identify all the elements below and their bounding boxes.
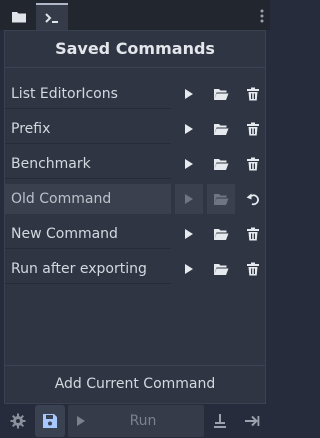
open-folder-button[interactable] [207,79,235,109]
run-command-button[interactable] [175,79,203,109]
folder-open-icon [213,123,229,136]
run-command-button[interactable] [175,149,203,179]
run-command-button[interactable] [175,114,203,144]
open-folder-button[interactable] [207,114,235,144]
play-icon [184,123,194,135]
folder-open-icon [213,88,229,101]
open-folder-button[interactable] [207,219,235,249]
exit-button[interactable] [238,405,266,437]
tab-menu-button[interactable] [256,4,268,28]
command-label[interactable]: New Command [5,219,171,249]
delete-command-button[interactable] [239,114,267,144]
save-button[interactable] [35,405,65,437]
delete-command-button[interactable] [239,149,267,179]
terminal-icon [44,11,60,25]
play-icon [184,228,194,240]
open-folder-button[interactable] [207,184,235,214]
row-divider [5,178,171,179]
play-icon [184,88,194,100]
play-icon [184,263,194,275]
bottom-toolbar: Run [0,404,270,438]
add-current-command-button[interactable]: Add Current Command [5,369,265,399]
delete-command-button[interactable] [239,254,267,284]
command-row: New Command [5,219,265,249]
undo-icon [246,192,260,206]
command-label[interactable]: Old Command [5,184,171,214]
saved-commands-panel: Saved Commands List EditorIcons Prefix B… [4,30,266,404]
trash-icon [246,227,260,241]
row-divider [5,143,171,144]
command-row-disabled: Old Command [5,184,265,214]
delete-command-button[interactable] [239,79,267,109]
trash-icon [246,262,260,276]
open-folder-button[interactable] [207,254,235,284]
trash-icon [246,157,260,171]
folder-open-icon [213,263,229,276]
folder-open-icon [213,193,229,206]
play-icon [184,193,194,205]
row-divider [5,108,171,109]
arrow-right-icon [244,414,260,428]
run-button[interactable]: Run [68,405,204,437]
command-row: Prefix [5,114,265,144]
save-icon [42,413,58,429]
title-divider [5,67,265,68]
row-divider [5,283,171,284]
trash-icon [246,122,260,136]
row-divider [5,248,171,249]
folder-open-icon [213,228,229,241]
gear-icon [10,413,26,429]
command-label[interactable]: Prefix [5,114,171,144]
command-label[interactable]: List EditorIcons [5,79,171,109]
folder-icon [11,10,27,24]
kebab-menu-icon [260,9,264,23]
command-row: Benchmark [5,149,265,179]
play-icon [76,415,86,427]
command-label[interactable]: Run after exporting [5,254,171,284]
panel-title: Saved Commands [55,39,215,58]
open-folder-button[interactable] [207,149,235,179]
folder-open-icon [213,158,229,171]
command-label[interactable]: Benchmark [5,149,171,179]
add-divider [5,365,265,366]
command-row: Run after exporting [5,254,265,284]
broom-icon [213,413,227,429]
run-label: Run [129,413,157,429]
run-command-button[interactable] [175,254,203,284]
run-command-button[interactable] [175,219,203,249]
undo-delete-button[interactable] [239,184,267,214]
delete-command-button[interactable] [239,219,267,249]
tab-terminal[interactable] [36,3,68,30]
top-tab-bar [0,0,270,30]
run-command-button[interactable] [175,184,203,214]
clear-button[interactable] [206,405,234,437]
command-row: List EditorIcons [5,79,265,109]
play-icon [184,158,194,170]
tab-files[interactable] [3,3,35,30]
settings-button[interactable] [4,405,32,437]
trash-icon [246,87,260,101]
